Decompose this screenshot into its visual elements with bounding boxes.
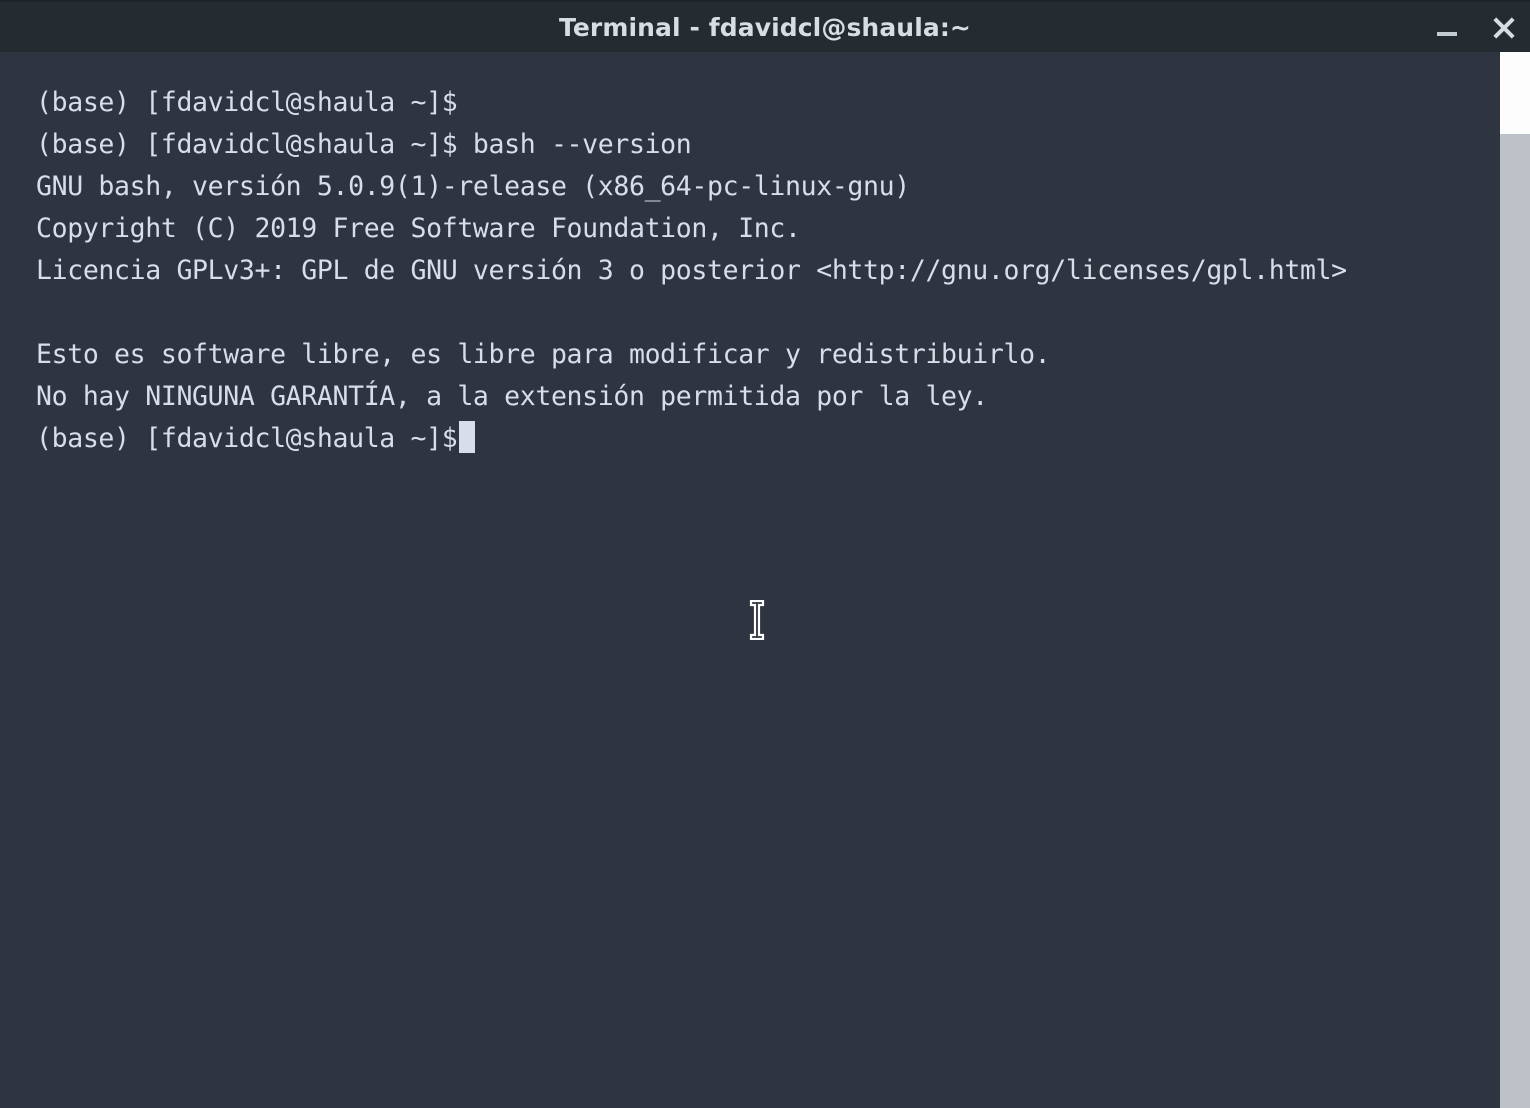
close-button[interactable] xyxy=(1486,11,1520,45)
minimize-button[interactable] xyxy=(1430,11,1464,45)
text-cursor xyxy=(459,421,476,453)
terminal-line: Esto es software libre, es libre para mo… xyxy=(36,339,1051,370)
terminal-line: No hay NINGUNA GARANTÍA, a la extensión … xyxy=(36,381,988,412)
vertical-scrollbar[interactable] xyxy=(1500,52,1530,1108)
terminal-line: GNU bash, versión 5.0.9(1)-release (x86_… xyxy=(36,171,910,202)
scrollbar-thumb[interactable] xyxy=(1500,52,1530,134)
close-icon xyxy=(1491,16,1515,40)
terminal-line: Licencia GPLv3+: GPL de GNU versión 3 o … xyxy=(36,255,1347,286)
terminal-line: Copyright (C) 2019 Free Software Foundat… xyxy=(36,213,801,244)
terminal-prompt: (base) [fdavidcl@shaula ~]$ xyxy=(36,423,458,454)
terminal-screen[interactable]: (base) [fdavidcl@shaula ~]$ (base) [fdav… xyxy=(0,52,1500,1108)
terminal-line: (base) [fdavidcl@shaula ~]$ bash --versi… xyxy=(36,129,692,160)
terminal-prompt-line: (base) [fdavidcl@shaula ~]$ xyxy=(36,418,1500,460)
window-title: Terminal - fdavidcl@shaula:~ xyxy=(559,12,971,42)
terminal-window: Terminal - fdavidcl@shaula:~ (base) [fda… xyxy=(0,0,1530,1108)
terminal-output: (base) [fdavidcl@shaula ~]$ (base) [fdav… xyxy=(36,82,1500,460)
window-controls xyxy=(1430,2,1520,54)
terminal-line: (base) [fdavidcl@shaula ~]$ xyxy=(36,87,458,118)
window-titlebar[interactable]: Terminal - fdavidcl@shaula:~ xyxy=(0,0,1530,52)
minimize-icon xyxy=(1437,32,1457,36)
